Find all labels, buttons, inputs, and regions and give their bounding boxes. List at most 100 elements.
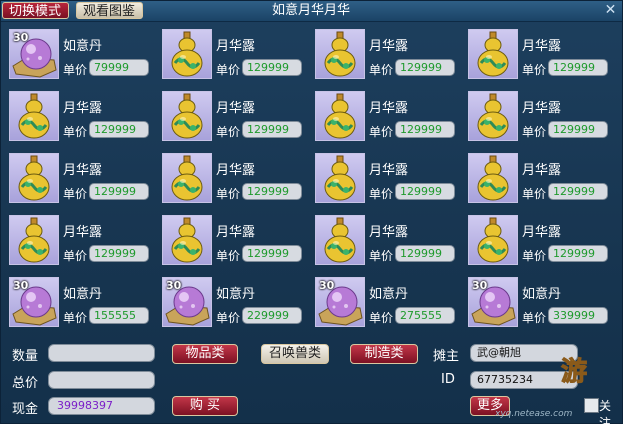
item-name: 如意丹: [63, 287, 103, 302]
item-name: 月华露: [63, 163, 103, 178]
item-name: 月华露: [522, 225, 562, 240]
item-name: 如意丹: [216, 287, 256, 302]
item-card[interactable]: 月华露 单价 129999: [468, 153, 616, 205]
price-label: 单价: [216, 187, 241, 201]
buy-button[interactable]: 购 买: [172, 396, 238, 416]
gourd-icon: [469, 93, 517, 140]
item-card[interactable]: 月华露 单价 129999: [315, 91, 463, 143]
follow-checkbox[interactable]: [584, 398, 599, 413]
total-price-field: [48, 371, 155, 389]
pearl-icon: [10, 286, 58, 326]
item-thumbnail[interactable]: [315, 29, 365, 79]
item-thumbnail[interactable]: [9, 153, 59, 203]
item-thumbnail[interactable]: [315, 91, 365, 141]
item-card[interactable]: 30 如意丹 单价 275555: [315, 277, 463, 329]
price-field: 129999: [395, 183, 455, 200]
item-thumbnail[interactable]: [468, 29, 518, 79]
item-card[interactable]: 30 如意丹 单价 79999: [9, 29, 157, 81]
pearl-icon: [316, 286, 364, 326]
view-catalog-button[interactable]: 观看图鉴: [76, 2, 143, 19]
price-field: 129999: [242, 183, 302, 200]
tab-items-button[interactable]: 物品类: [172, 344, 238, 364]
tab-summon-button[interactable]: 召唤兽类: [261, 344, 329, 364]
item-card[interactable]: 30 如意丹 单价 339999: [468, 277, 616, 329]
gourd-icon: [163, 31, 211, 78]
item-card[interactable]: 月华露 单价 129999: [315, 29, 463, 81]
item-thumbnail[interactable]: [162, 153, 212, 203]
item-thumbnail[interactable]: 30: [162, 277, 212, 327]
total-price-label: 总价: [12, 376, 39, 391]
price-field: 275555: [395, 307, 455, 324]
item-card[interactable]: 月华露 单价 129999: [315, 215, 463, 267]
item-name: 月华露: [522, 39, 562, 54]
gourd-icon: [469, 31, 517, 78]
item-card[interactable]: 月华露 单价 129999: [468, 91, 616, 143]
gourd-icon: [10, 217, 58, 264]
price-label: 单价: [63, 63, 88, 77]
item-thumbnail[interactable]: 30: [9, 29, 59, 79]
price-label: 单价: [522, 125, 547, 139]
item-thumbnail[interactable]: [162, 215, 212, 265]
price-field: 129999: [89, 183, 149, 200]
item-thumbnail[interactable]: 30: [468, 277, 518, 327]
item-card[interactable]: 30 如意丹 单价 229999: [162, 277, 310, 329]
stall-window: 切换模式 观看图鉴 如意月华月华 ✕ 30 如意丹 单价 79999 月华露 单…: [0, 0, 623, 430]
item-card[interactable]: 30 如意丹 单价 155555: [9, 277, 157, 329]
price-label: 单价: [63, 125, 88, 139]
title-bar: 切换模式 观看图鉴 如意月华月华 ✕: [1, 1, 622, 22]
price-label: 单价: [216, 311, 241, 325]
price-field: 129999: [395, 121, 455, 138]
owner-label: 摊主: [433, 349, 460, 364]
item-card[interactable]: 月华露 单价 129999: [162, 215, 310, 267]
item-thumbnail[interactable]: [162, 29, 212, 79]
item-card[interactable]: 月华露 单价 129999: [315, 153, 463, 205]
item-thumbnail[interactable]: [315, 153, 365, 203]
watermark-url: xyq.netease.com: [495, 409, 573, 419]
price-field: 339999: [548, 307, 608, 324]
watermark-logo: 游: [560, 357, 588, 388]
cash-field: 39998397: [48, 397, 155, 415]
price-label: 单价: [369, 125, 394, 139]
price-field: 129999: [548, 245, 608, 262]
item-card[interactable]: 月华露 单价 129999: [468, 215, 616, 267]
pearl-icon: [10, 38, 58, 78]
gourd-icon: [163, 93, 211, 140]
item-thumbnail[interactable]: [468, 153, 518, 203]
stack-count-badge: 30: [472, 279, 488, 292]
price-label: 单价: [522, 63, 547, 77]
item-card[interactable]: 月华露 单价 129999: [9, 215, 157, 267]
price-field: 129999: [242, 245, 302, 262]
price-field: 129999: [395, 59, 455, 76]
gourd-icon: [469, 155, 517, 202]
item-card[interactable]: 月华露 单价 129999: [9, 91, 157, 143]
item-thumbnail[interactable]: 30: [9, 277, 59, 327]
item-thumbnail[interactable]: [315, 215, 365, 265]
item-thumbnail[interactable]: [468, 215, 518, 265]
item-thumbnail[interactable]: [9, 215, 59, 265]
item-thumbnail[interactable]: [162, 91, 212, 141]
tab-craft-button[interactable]: 制造类: [350, 344, 418, 364]
item-card[interactable]: 月华露 单价 129999: [468, 29, 616, 81]
price-field: 129999: [242, 121, 302, 138]
gourd-icon: [316, 155, 364, 202]
price-label: 单价: [522, 311, 547, 325]
switch-mode-button[interactable]: 切换模式: [2, 2, 69, 19]
item-card[interactable]: 月华露 单价 129999: [162, 91, 310, 143]
item-card[interactable]: 月华露 单价 129999: [162, 29, 310, 81]
cash-label: 现金: [12, 402, 39, 417]
price-label: 单价: [522, 187, 547, 201]
item-card[interactable]: 月华露 单价 129999: [162, 153, 310, 205]
close-icon[interactable]: ✕: [603, 3, 618, 18]
item-name: 月华露: [369, 39, 409, 54]
item-card[interactable]: 月华露 单价 129999: [9, 153, 157, 205]
item-thumbnail[interactable]: [9, 91, 59, 141]
item-thumbnail[interactable]: 30: [315, 277, 365, 327]
quantity-field[interactable]: [48, 344, 155, 362]
item-thumbnail[interactable]: [468, 91, 518, 141]
item-name: 月华露: [216, 225, 256, 240]
item-name: 如意丹: [369, 287, 409, 302]
price-field: 129999: [548, 121, 608, 138]
price-field: 129999: [89, 121, 149, 138]
pearl-icon: [163, 286, 211, 326]
price-field: 229999: [242, 307, 302, 324]
